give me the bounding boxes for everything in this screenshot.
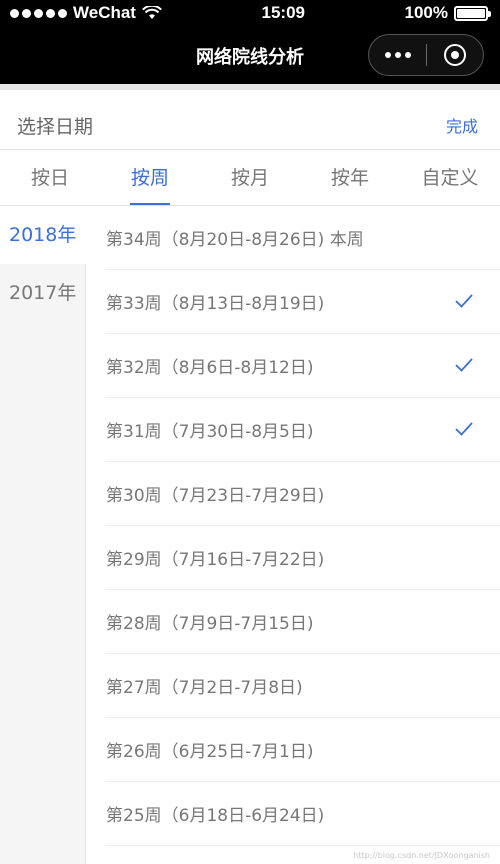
week-label: 第33周（8月13日-8月19日) <box>106 294 325 314</box>
check-icon <box>455 422 473 436</box>
check-icon <box>455 294 473 308</box>
week-label: 第28周（7月9日-7月15日) <box>106 614 314 634</box>
week-label: 第34周（8月20日-8月26日) 本周 <box>106 230 364 250</box>
year-sidebar: 2018年 2017年 <box>0 206 86 864</box>
target-icon <box>443 44 466 66</box>
week-item[interactable]: 第32周（8月6日-8月12日) <box>106 334 500 398</box>
battery-icon <box>453 5 491 21</box>
done-button[interactable]: 完成 <box>446 113 478 137</box>
app-root: WeChat 15:09 100% 网络院线分析 选择日期 完成 按日 按周 按… <box>0 0 500 864</box>
week-label: 第26周（6月25日-7月1日) <box>106 742 314 762</box>
week-list: 第34周（8月20日-8月26日) 本周 第33周（8月13日-8月19日) 第… <box>86 206 500 864</box>
close-miniprogram-button[interactable] <box>427 44 483 66</box>
week-label: 第32周（8月6日-8月12日) <box>106 358 314 378</box>
tab-year[interactable]: 按年 <box>300 150 400 205</box>
week-label: 第27周（7月2日-7月8日) <box>106 678 303 698</box>
carrier-label: WeChat <box>73 3 136 22</box>
picker-header: 选择日期 完成 <box>0 90 500 150</box>
more-icon[interactable] <box>369 52 426 58</box>
week-label: 第25周（6月18日-6月24日) <box>106 806 325 826</box>
year-item-2017[interactable]: 2017年 <box>0 264 85 322</box>
tab-week[interactable]: 按周 <box>100 150 200 205</box>
status-left: WeChat <box>10 3 162 23</box>
year-item-2018[interactable]: 2018年 <box>0 206 86 264</box>
status-bar: WeChat 15:09 100% <box>0 0 500 26</box>
picker-title: 选择日期 <box>17 116 94 138</box>
tab-day[interactable]: 按日 <box>0 150 100 205</box>
status-time: 15:09 <box>261 3 305 22</box>
tab-custom[interactable]: 自定义 <box>400 150 500 205</box>
week-item[interactable]: 第26周（6月25日-7月1日) <box>106 718 500 782</box>
watermark: http://blog.csdn.net/JDXoonganish <box>353 851 490 860</box>
week-label: 第31周（7月30日-8月5日) <box>106 422 314 442</box>
nav-bar: 网络院线分析 <box>0 26 500 84</box>
wifi-icon <box>142 6 162 19</box>
menu-capsule <box>368 34 484 76</box>
week-item[interactable]: 第30周（7月23日-7月29日) <box>106 462 500 526</box>
picker-body: 2018年 2017年 第34周（8月20日-8月26日) 本周 第33周（8月… <box>0 206 500 864</box>
week-item[interactable]: 第33周（8月13日-8月19日) <box>106 270 500 334</box>
week-item[interactable]: 第28周（7月9日-7月15日) <box>106 590 500 654</box>
week-item[interactable]: 第27周（7月2日-7月8日) <box>106 654 500 718</box>
week-item[interactable]: 第31周（7月30日-8月5日) <box>106 398 500 462</box>
signal-icon <box>10 8 67 18</box>
tab-month[interactable]: 按月 <box>200 150 300 205</box>
week-item[interactable]: 第34周（8月20日-8月26日) 本周 <box>106 206 500 270</box>
week-label: 第29周（7月16日-7月22日) <box>106 550 325 570</box>
week-item[interactable]: 第25周（6月18日-6月24日) <box>106 782 500 846</box>
battery-percent: 100% <box>404 3 448 22</box>
period-tabs: 按日 按周 按月 按年 自定义 <box>0 150 500 206</box>
week-label: 第30周（7月23日-7月29日) <box>106 486 325 506</box>
check-icon <box>455 358 473 372</box>
status-right: 100% <box>404 3 491 23</box>
week-item[interactable]: 第29周（7月16日-7月22日) <box>106 526 500 590</box>
